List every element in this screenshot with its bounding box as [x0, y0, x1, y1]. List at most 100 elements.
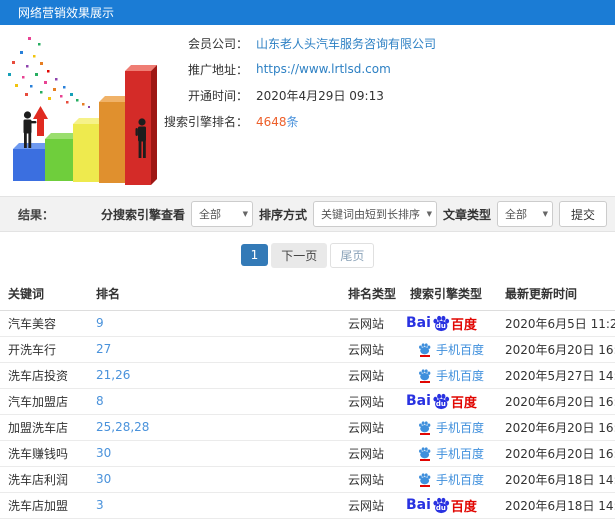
info-row-open-time: 开通时间： 2020年4月29日 09:13 — [160, 82, 615, 108]
company-name-link[interactable]: 山东老人头汽车服务咨询有限公司 — [256, 35, 436, 52]
col-header-1: 排名 — [88, 278, 340, 311]
table-row: 汽车美容 9 云网站 Bai du 百度 2020年6月5日 11:24 — [0, 310, 615, 337]
rank-type-cell: 云网站 — [340, 414, 402, 441]
mobile-baidu-label: 手机百度 — [436, 368, 485, 383]
engine-cell: 手机百度 — [402, 440, 497, 467]
mobile-baidu-logo: 手机百度 — [406, 367, 484, 384]
table-row: 洗车赚钱吗 30 云网站 手机百度 2020年6月20日 16:12 — [0, 440, 615, 467]
col-header-3: 搜索引擎类型 — [402, 278, 497, 311]
mobile-baidu-red-bar — [419, 354, 430, 357]
mobile-baidu-logo: 手机百度 — [406, 341, 484, 358]
open-time-value: 2020年4月29日 09:13 — [256, 88, 384, 103]
next-page-button[interactable]: 下一页 — [271, 242, 328, 268]
filter-controls: 分搜索引擎查看 全部 ▼ 排序方式 关键词由短到长排序 ▼ 文章类型 全部 ▼ … — [101, 201, 607, 227]
article-type-wrap: 全部 ▼ — [496, 201, 553, 227]
rank-type-cell: 云网站 — [340, 310, 402, 337]
engine-cell: Bai du 百度 — [402, 492, 497, 519]
article-type-label: 文章类型 — [442, 207, 491, 222]
mobile-baidu-paw-icon — [418, 342, 431, 357]
baidu-logo-cn: 百度 — [450, 317, 477, 333]
mobile-baidu-logo: 手机百度 — [406, 419, 484, 436]
engine-cell: Bai du 百度 — [402, 310, 497, 337]
updated-cell: 2020年5月27日 14:58 — [497, 362, 615, 389]
keyword-cell: 洗车店加盟 — [0, 492, 88, 519]
baidu-logo: Bai du 百度 — [406, 496, 477, 515]
mobile-baidu-logo: 手机百度 — [406, 445, 484, 462]
rank-cell: 8 — [88, 388, 340, 415]
article-type-select[interactable]: 全部 — [496, 201, 553, 227]
info-row-url: 推广地址： https://www.lrtlsd.com — [160, 56, 615, 82]
company-info-list: 会员公司： 山东老人头汽车服务咨询有限公司 推广地址： https://www.… — [160, 25, 615, 134]
rank-type-cell: 云网站 — [340, 362, 402, 389]
rank-cell: 25,28,28 — [88, 414, 340, 441]
rank-cell: 30 — [88, 466, 340, 493]
baidu-logo-latin: Bai — [406, 393, 431, 409]
last-page-button[interactable]: 尾页 — [330, 242, 375, 268]
engine-cell: 手机百度 — [402, 414, 497, 441]
keyword-cell: 洗车店投资 — [0, 362, 88, 389]
table-body: 汽车美容 9 云网站 Bai du 百度 2020年6月5日 11:24 开洗车行 27 云网站手… — [0, 310, 615, 519]
baidu-paw-icon: du — [432, 496, 450, 514]
table-row: 洗车店利润 30 云网站 手机百度 2020年6月18日 14:27 — [0, 466, 615, 493]
table-row: 开洗车行 27 云网站 手机百度 2020年6月20日 16:16 — [0, 336, 615, 363]
rank-link[interactable]: 8 — [96, 394, 104, 408]
baidu-paw-du-text: du — [435, 322, 446, 330]
mobile-baidu-label: 手机百度 — [436, 420, 485, 435]
updated-cell: 2020年6月20日 16:12 — [497, 440, 615, 467]
baidu-logo-latin: Bai — [406, 497, 431, 513]
sort-select-wrap: 关键词由短到长排序 ▼ — [312, 201, 437, 227]
submit-button[interactable]: 提交 — [558, 201, 607, 227]
keyword-cell: 洗车店利润 — [0, 466, 88, 493]
rank-type-cell: 云网站 — [340, 492, 402, 519]
mobile-baidu-paw-icon — [418, 446, 431, 461]
baidu-paw-icon: du — [432, 314, 450, 332]
page-title: 网络营销效果展示 — [18, 6, 115, 20]
keyword-cell: 加盟洗车店 — [0, 414, 88, 441]
info-row-company: 会员公司： 山东老人头汽车服务咨询有限公司 — [160, 30, 615, 56]
baidu-paw-du-text: du — [435, 400, 446, 408]
result-label: 结果： — [18, 207, 55, 222]
header-bar: 网络营销效果展示 — [0, 0, 615, 25]
rank-link[interactable]: 30 — [96, 446, 111, 460]
mobile-baidu-paw-icon — [418, 420, 431, 435]
sort-select[interactable]: 关键词由短到长排序 — [312, 201, 437, 227]
keyword-cell: 开洗车行 — [0, 336, 88, 363]
engine-cell: 手机百度 — [402, 466, 497, 493]
engine-cell: Bai du 百度 — [402, 388, 497, 415]
mobile-baidu-paw-icon — [418, 472, 431, 487]
promo-url-link[interactable]: https://www.lrtlsd.com — [256, 62, 391, 76]
filter-bar: 结果： 分搜索引擎查看 全部 ▼ 排序方式 关键词由短到长排序 ▼ 文章类型 全… — [0, 196, 615, 232]
updated-cell: 2020年6月5日 11:24 — [497, 310, 615, 337]
results-table: 关键词 排名 排名类型 搜索引擎类型 最新更新时间 汽车美容 9 云网站 Bai du 百度 202… — [0, 278, 615, 519]
rank-count-value: 4648条 — [256, 113, 299, 130]
updated-cell: 2020年6月20日 16:11 — [497, 414, 615, 441]
rank-link[interactable]: 27 — [96, 342, 111, 356]
page-1-button[interactable]: 1 — [240, 244, 269, 266]
engine-filter-wrap: 全部 ▼ — [190, 201, 253, 227]
rank-link[interactable]: 21,26 — [96, 368, 130, 382]
updated-cell: 2020年6月18日 14:27 — [497, 466, 615, 493]
info-row-rank-count: 搜索引擎排名： 4648条 — [160, 108, 615, 134]
mobile-baidu-label: 手机百度 — [436, 446, 485, 461]
engine-filter-select[interactable]: 全部 — [190, 201, 253, 227]
rank-link[interactable]: 9 — [96, 316, 104, 330]
rank-cell: 27 — [88, 336, 340, 363]
baidu-paw-du-text: du — [435, 504, 446, 512]
keyword-cell: 汽车加盟店 — [0, 388, 88, 415]
updated-cell: 2020年6月20日 16:16 — [497, 336, 615, 363]
rank-count-number: 4648 — [256, 114, 287, 129]
engine-filter-label: 分搜索引擎查看 — [100, 207, 185, 222]
mobile-baidu-logo: 手机百度 — [406, 471, 484, 488]
table-row: 汽车加盟店 8 云网站Baidu 百度 2020年6月20日 16:12 — [0, 388, 615, 415]
rank-cell: 21,26 — [88, 362, 340, 389]
updated-cell: 2020年6月20日 16:12 — [497, 388, 615, 415]
engine-cell: 手机百度 — [402, 336, 497, 363]
col-header-4: 最新更新时间 — [497, 278, 615, 311]
rank-link[interactable]: 3 — [96, 498, 104, 512]
rank-type-cell: 云网站 — [340, 388, 402, 415]
rank-type-cell: 云网站 — [340, 440, 402, 467]
rank-link[interactable]: 30 — [96, 472, 111, 486]
rank-link[interactable]: 25,28,28 — [96, 420, 149, 434]
rank-cell: 30 — [88, 440, 340, 467]
mobile-baidu-paw-icon — [418, 368, 431, 383]
